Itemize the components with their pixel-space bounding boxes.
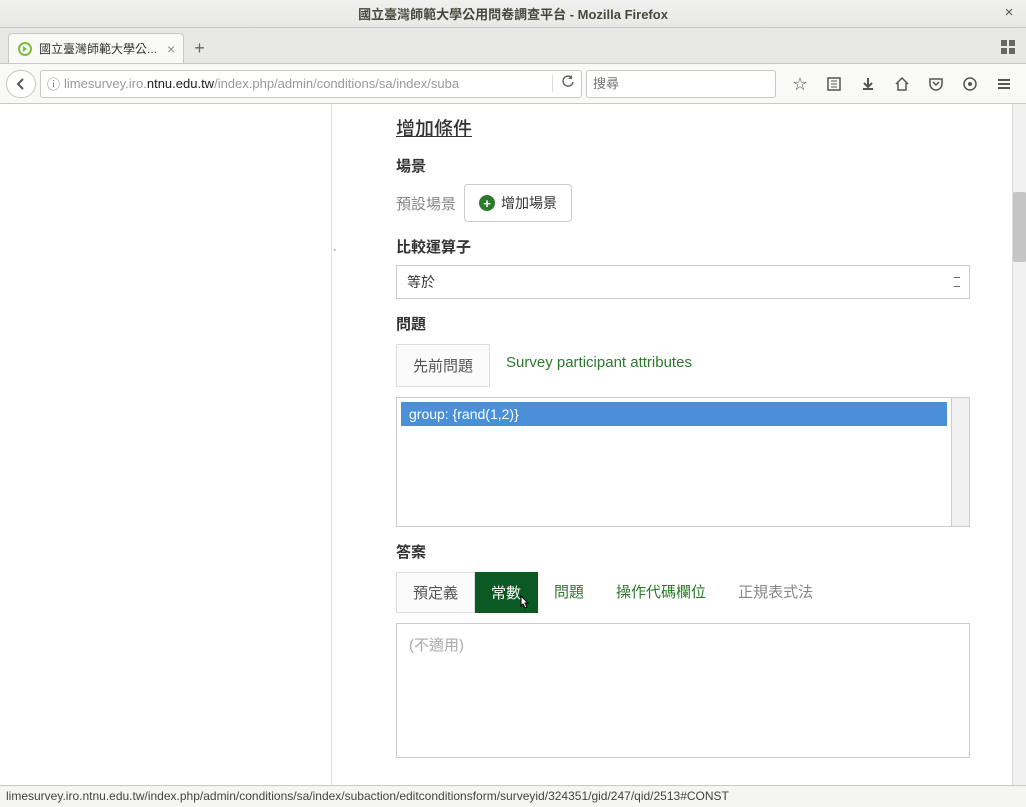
pane-resize-handle[interactable]: ⋮ xyxy=(332,244,338,258)
search-box[interactable] xyxy=(586,70,776,98)
tab-answer-constant[interactable]: 常數 xyxy=(475,572,538,613)
answer-placeholder: (不適用) xyxy=(409,637,464,654)
tab-answer-question[interactable]: 問題 xyxy=(538,572,600,613)
pocket-icon[interactable] xyxy=(920,70,952,98)
download-icon[interactable] xyxy=(852,70,884,98)
tab-overflow-icon[interactable] xyxy=(1000,39,1016,55)
window-close-button[interactable]: × xyxy=(1000,4,1018,22)
new-tab-button[interactable]: + xyxy=(194,38,205,63)
notification-icon[interactable] xyxy=(954,70,986,98)
tab-answer-regex[interactable]: 正規表式法 xyxy=(722,572,829,613)
page-viewport: ⋮ 增加條件 場景 預設場景 + 增加場景 比較運算子 等於 問題 先前問題 S… xyxy=(0,104,1026,785)
viewport-scrollbar[interactable] xyxy=(1012,104,1026,785)
answer-label: 答案 xyxy=(396,541,970,562)
tab-participant-attributes[interactable]: Survey participant attributes xyxy=(490,344,708,387)
plus-circle-icon: + xyxy=(479,195,495,211)
question-list-item-selected[interactable]: group: {rand(1,2)} xyxy=(401,402,947,426)
bookmark-star-icon[interactable]: ☆ xyxy=(784,70,816,98)
home-icon[interactable] xyxy=(886,70,918,98)
reader-view-icon[interactable] xyxy=(818,70,850,98)
close-tab-icon[interactable]: × xyxy=(167,41,175,57)
back-button[interactable] xyxy=(6,70,36,98)
window-title: 國立臺灣師範大學公用問卷調查平台 - Mozilla Firefox xyxy=(358,4,668,23)
url-bar[interactable]: ⓘ limesurvey.iro.ntnu.edu.tw/index.php/a… xyxy=(40,70,582,98)
add-condition-heading[interactable]: 增加條件 xyxy=(396,114,970,141)
main-content: ⋮ 增加條件 場景 預設場景 + 增加場景 比較運算子 等於 問題 先前問題 S… xyxy=(332,104,1026,785)
tab-answer-predefined[interactable]: 預定義 xyxy=(396,572,475,613)
favicon-limesurvey-icon xyxy=(17,41,33,57)
browser-tabstrip: 國立臺灣師範大學公... × + xyxy=(0,28,1026,64)
status-bar: limesurvey.iro.ntnu.edu.tw/index.php/adm… xyxy=(0,785,1026,807)
default-scene-text: 預設場景 xyxy=(396,193,456,214)
browser-tab-title: 國立臺灣師範大學公... xyxy=(39,40,157,57)
scrollbar-thumb[interactable] xyxy=(1013,192,1026,262)
browser-tab-active[interactable]: 國立臺灣師範大學公... × xyxy=(8,33,184,63)
listbox-scrollbar[interactable] xyxy=(952,397,970,527)
add-scene-button[interactable]: + 增加場景 xyxy=(464,184,572,222)
window-titlebar: 國立臺灣師範大學公用問卷調查平台 - Mozilla Firefox × xyxy=(0,0,1026,28)
url-text: limesurvey.iro.ntnu.edu.tw/index.php/adm… xyxy=(64,76,546,91)
operator-label: 比較運算子 xyxy=(396,236,970,257)
browser-navbar: ⓘ limesurvey.iro.ntnu.edu.tw/index.php/a… xyxy=(0,64,1026,104)
tab-previous-questions[interactable]: 先前問題 xyxy=(396,344,490,387)
reload-button[interactable] xyxy=(552,75,575,92)
sidebar-pane xyxy=(0,104,332,785)
operator-selected-value: 等於 xyxy=(407,274,435,290)
status-text: limesurvey.iro.ntnu.edu.tw/index.php/adm… xyxy=(6,789,729,803)
scene-label: 場景 xyxy=(396,155,970,176)
search-input[interactable] xyxy=(593,76,769,91)
add-scene-label: 增加場景 xyxy=(501,193,557,213)
menu-icon[interactable] xyxy=(988,70,1020,98)
question-listbox[interactable]: group: {rand(1,2)} xyxy=(396,397,952,527)
answer-constant-textarea[interactable]: (不適用) xyxy=(396,623,970,758)
site-info-icon[interactable]: ⓘ xyxy=(47,74,60,93)
question-label: 問題 xyxy=(396,313,970,334)
tab-answer-tokenfield[interactable]: 操作代碼欄位 xyxy=(600,572,722,613)
operator-select[interactable]: 等於 xyxy=(396,265,970,299)
